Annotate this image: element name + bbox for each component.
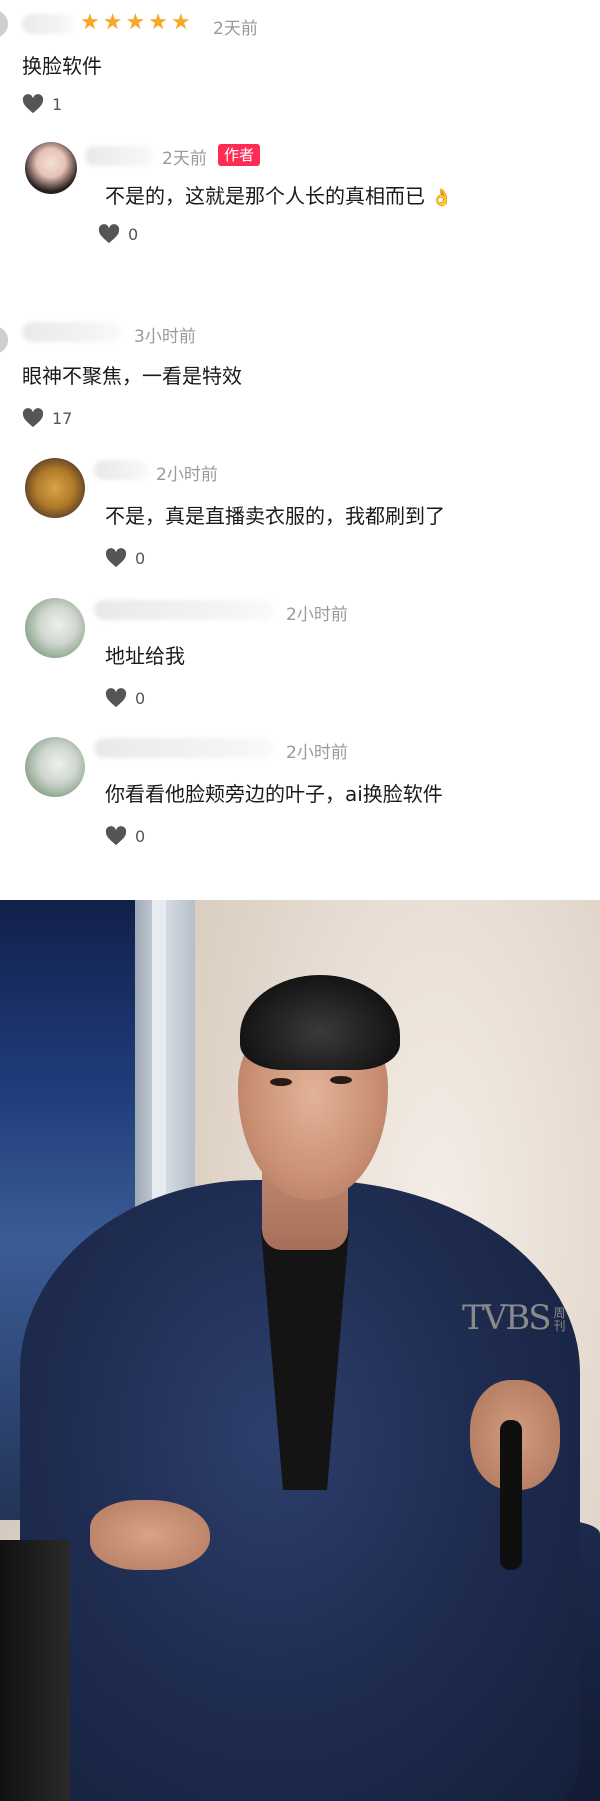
reply-text: 地址给我 <box>105 644 185 668</box>
rating-stars: ★ ★ ★ ★ ★ <box>80 12 191 34</box>
reply-time: 2小时前 <box>156 465 218 485</box>
person-hand <box>90 1500 210 1570</box>
attached-photo[interactable]: TVBS 周刊 <box>0 900 600 1801</box>
reply-time: 2天前 <box>162 149 207 169</box>
avatar[interactable] <box>25 458 85 518</box>
reply-text-content: 不是的，这就是那个人长的真相而已 <box>105 184 425 208</box>
like-button[interactable]: 0 <box>98 224 138 244</box>
microphone <box>500 1420 522 1570</box>
star-icon: ★ <box>125 10 146 35</box>
username-blurred[interactable] <box>94 460 149 480</box>
like-count: 0 <box>135 548 146 568</box>
like-button[interactable]: 0 <box>105 826 145 846</box>
heart-icon <box>22 408 44 428</box>
like-count: 1 <box>52 94 63 114</box>
person-eye-left <box>270 1078 292 1086</box>
star-icon: ★ <box>170 10 191 35</box>
comment-time: 2天前 <box>213 19 258 39</box>
avatar[interactable] <box>25 598 85 658</box>
comment-section: ★ ★ ★ ★ ★ 2天前 换脸软件 1 2天前 作者 不是的，这就是那个人长的… <box>0 0 600 900</box>
heart-icon <box>105 826 127 846</box>
comment-text: 眼神不聚焦，一看是特效 <box>22 364 242 388</box>
like-count: 0 <box>128 224 139 244</box>
avatar[interactable] <box>25 142 77 194</box>
like-button[interactable]: 17 <box>22 408 72 428</box>
like-button[interactable]: 0 <box>105 548 145 568</box>
username-blurred[interactable] <box>85 146 155 166</box>
author-badge: 作者 <box>218 144 261 166</box>
like-button[interactable]: 1 <box>22 94 62 114</box>
reply-text: 你看看他脸颊旁边的叶子，ai换脸软件 <box>105 782 443 806</box>
username-blurred[interactable] <box>94 600 274 620</box>
ok-hand-emoji: 👌 <box>431 188 453 208</box>
reply-text: 不是的，这就是那个人长的真相而已 👌 <box>105 180 453 209</box>
comment-text: 换脸软件 <box>22 54 102 78</box>
star-icon: ★ <box>80 10 100 35</box>
username-blurred[interactable] <box>22 322 122 342</box>
avatar[interactable] <box>0 10 8 38</box>
username-blurred[interactable] <box>94 738 274 758</box>
chair <box>0 1540 70 1801</box>
star-icon: ★ <box>148 10 168 35</box>
like-count: 0 <box>135 688 146 708</box>
reply-text: 不是，真是直播卖衣服的，我都刷到了 <box>105 504 445 528</box>
heart-icon <box>98 224 120 244</box>
comment-time: 3小时前 <box>134 327 196 347</box>
watermark-subtext: 周刊 <box>553 1306 566 1333</box>
like-count: 17 <box>52 408 73 428</box>
heart-icon <box>105 548 127 568</box>
avatar[interactable] <box>0 326 8 354</box>
like-count: 0 <box>135 826 146 846</box>
watermark-text: TVBS <box>462 1298 552 1338</box>
star-icon: ★ <box>102 10 123 35</box>
avatar[interactable] <box>25 737 85 797</box>
like-button[interactable]: 0 <box>105 688 145 708</box>
reply-time: 2小时前 <box>286 743 348 763</box>
watermark-logo: TVBS 周刊 <box>462 1298 568 1338</box>
person-eye-right <box>330 1076 352 1084</box>
heart-icon <box>22 94 44 114</box>
reply-time: 2小时前 <box>286 605 348 625</box>
username-blurred[interactable] <box>22 14 74 34</box>
heart-icon <box>105 688 127 708</box>
